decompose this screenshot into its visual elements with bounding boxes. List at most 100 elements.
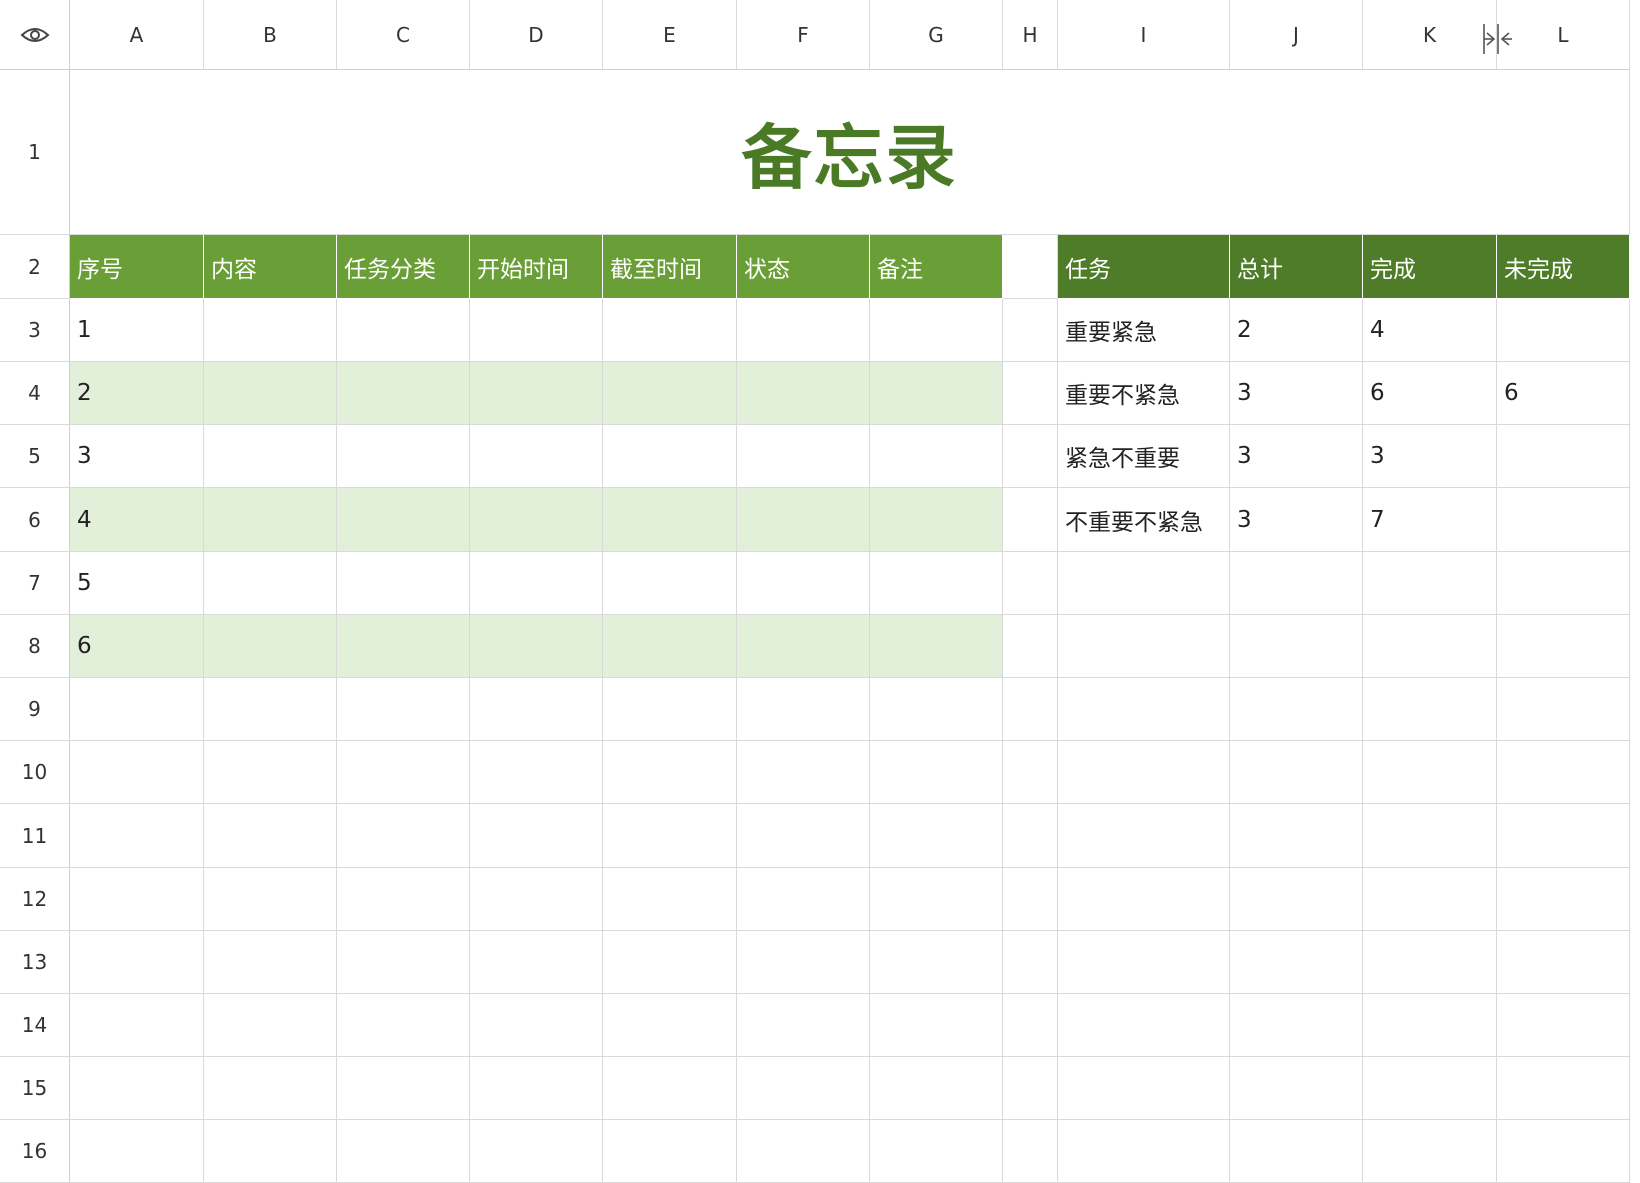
- row-header-12[interactable]: 12: [0, 868, 70, 931]
- cell[interactable]: [1230, 994, 1363, 1057]
- cell[interactable]: [70, 994, 204, 1057]
- memo-cell[interactable]: [737, 488, 870, 552]
- cell[interactable]: [1003, 552, 1058, 615]
- cell[interactable]: [1003, 299, 1058, 362]
- cell[interactable]: [737, 931, 870, 994]
- cell[interactable]: [1058, 931, 1230, 994]
- cell[interactable]: [1363, 552, 1497, 615]
- column-resize-icon[interactable]: [1482, 22, 1514, 56]
- cell[interactable]: [204, 1120, 337, 1183]
- memo-cell[interactable]: [337, 425, 470, 488]
- summary-cell[interactable]: 3: [1230, 362, 1363, 425]
- cell[interactable]: [1363, 931, 1497, 994]
- eye-icon[interactable]: [20, 25, 50, 45]
- row-header-11[interactable]: 11: [0, 804, 70, 868]
- cell[interactable]: [603, 741, 737, 804]
- cell[interactable]: [1363, 615, 1497, 678]
- cell[interactable]: [1058, 552, 1230, 615]
- cell[interactable]: [337, 741, 470, 804]
- column-header-f[interactable]: F: [737, 0, 870, 70]
- cell[interactable]: [1058, 1057, 1230, 1120]
- cell[interactable]: [1497, 931, 1630, 994]
- cell[interactable]: [1230, 1057, 1363, 1120]
- memo-cell[interactable]: 4: [70, 488, 204, 552]
- column-header-g[interactable]: G: [870, 0, 1003, 70]
- memo-cell[interactable]: [737, 552, 870, 615]
- cell[interactable]: [337, 868, 470, 931]
- cell[interactable]: [870, 678, 1003, 741]
- select-all-corner[interactable]: [0, 0, 70, 70]
- row-header-6[interactable]: 6: [0, 488, 70, 552]
- cell[interactable]: [70, 931, 204, 994]
- cell[interactable]: [1497, 1120, 1630, 1183]
- row-header-2[interactable]: 2: [0, 235, 70, 299]
- cell[interactable]: [737, 1057, 870, 1120]
- memo-header-cell[interactable]: 状态: [737, 235, 870, 299]
- column-header-j[interactable]: J: [1230, 0, 1363, 70]
- cell[interactable]: [603, 678, 737, 741]
- memo-cell[interactable]: [204, 488, 337, 552]
- summary-cell[interactable]: 紧急不重要: [1058, 425, 1230, 488]
- page-title[interactable]: 备忘录: [70, 70, 1630, 235]
- cell[interactable]: [1058, 678, 1230, 741]
- summary-header-cell[interactable]: 总计: [1230, 235, 1363, 299]
- cell[interactable]: [1003, 615, 1058, 678]
- cell[interactable]: [204, 868, 337, 931]
- row-header-10[interactable]: 10: [0, 741, 70, 804]
- cell[interactable]: [1363, 1120, 1497, 1183]
- memo-cell[interactable]: 2: [70, 362, 204, 425]
- cell[interactable]: [1497, 678, 1630, 741]
- memo-cell[interactable]: 3: [70, 425, 204, 488]
- summary-cell[interactable]: [1497, 488, 1630, 552]
- memo-cell[interactable]: 6: [70, 615, 204, 678]
- memo-cell[interactable]: [204, 299, 337, 362]
- summary-cell[interactable]: 6: [1363, 362, 1497, 425]
- cell[interactable]: [870, 804, 1003, 868]
- cell[interactable]: [204, 804, 337, 868]
- cell[interactable]: [1003, 362, 1058, 425]
- cell[interactable]: [1058, 994, 1230, 1057]
- cell[interactable]: [1497, 994, 1630, 1057]
- cell[interactable]: [204, 994, 337, 1057]
- summary-cell[interactable]: 7: [1363, 488, 1497, 552]
- column-header-d[interactable]: D: [470, 0, 603, 70]
- cell[interactable]: [1058, 615, 1230, 678]
- memo-header-cell[interactable]: 开始时间: [470, 235, 603, 299]
- memo-cell[interactable]: [204, 425, 337, 488]
- memo-cell[interactable]: [603, 299, 737, 362]
- cell[interactable]: [737, 1120, 870, 1183]
- summary-header-cell[interactable]: 任务: [1058, 235, 1230, 299]
- cell[interactable]: [1230, 804, 1363, 868]
- memo-cell[interactable]: [870, 615, 1003, 678]
- memo-cell[interactable]: [470, 362, 603, 425]
- cell[interactable]: [737, 678, 870, 741]
- memo-cell[interactable]: [470, 488, 603, 552]
- cell[interactable]: [337, 1120, 470, 1183]
- column-header-c[interactable]: C: [337, 0, 470, 70]
- memo-cell[interactable]: [870, 425, 1003, 488]
- summary-header-cell[interactable]: 完成: [1363, 235, 1497, 299]
- cell[interactable]: [1497, 804, 1630, 868]
- cell[interactable]: [1363, 804, 1497, 868]
- summary-cell[interactable]: [1497, 299, 1630, 362]
- memo-cell[interactable]: [470, 615, 603, 678]
- cell[interactable]: [1230, 552, 1363, 615]
- memo-cell[interactable]: [470, 425, 603, 488]
- column-header-a[interactable]: A: [70, 0, 204, 70]
- cell[interactable]: [70, 804, 204, 868]
- cell[interactable]: [737, 741, 870, 804]
- cell[interactable]: [470, 931, 603, 994]
- memo-cell[interactable]: 5: [70, 552, 204, 615]
- cell[interactable]: [470, 994, 603, 1057]
- memo-cell[interactable]: [603, 362, 737, 425]
- cell[interactable]: [1497, 1057, 1630, 1120]
- cell[interactable]: [1003, 678, 1058, 741]
- cell[interactable]: [470, 1057, 603, 1120]
- column-header-e[interactable]: E: [603, 0, 737, 70]
- cell[interactable]: [1363, 741, 1497, 804]
- row-header-7[interactable]: 7: [0, 552, 70, 615]
- memo-cell[interactable]: [870, 362, 1003, 425]
- cell[interactable]: [1363, 868, 1497, 931]
- memo-cell[interactable]: [470, 552, 603, 615]
- cell[interactable]: [1497, 552, 1630, 615]
